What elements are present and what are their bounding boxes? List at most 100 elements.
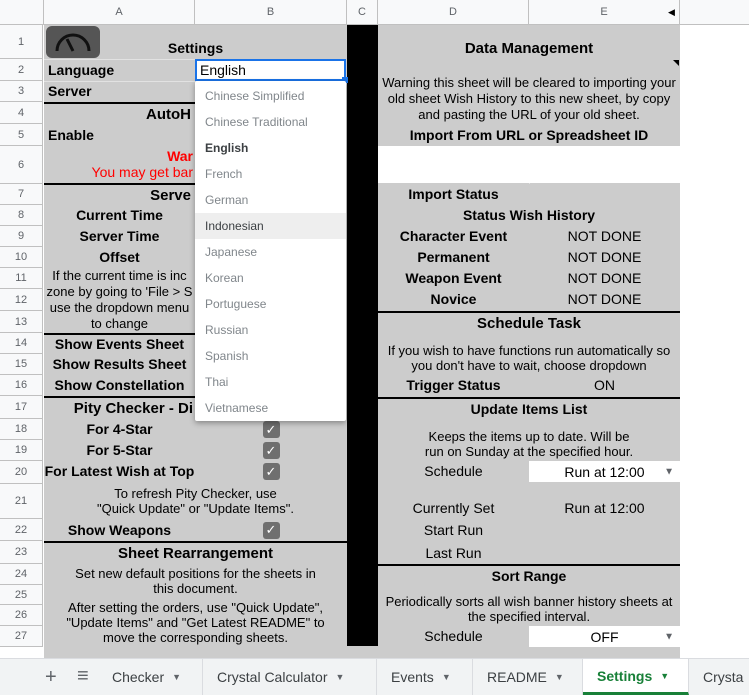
row-header[interactable]: 27 — [0, 626, 43, 647]
autohide-title: AutoH — [44, 102, 195, 124]
row-header[interactable]: 26 — [0, 605, 43, 626]
trigger-status-label: Trigger Status — [378, 375, 529, 396]
row-header[interactable]: 20 — [0, 461, 43, 484]
language-option[interactable]: Thai — [195, 369, 346, 395]
language-option[interactable]: French — [195, 161, 346, 187]
row-header[interactable]: 1 — [0, 25, 43, 59]
enable-label: Enable — [44, 124, 195, 146]
show-weapons-cell: ✓ — [195, 519, 347, 541]
tab-events[interactable]: Events ▼ — [377, 659, 473, 695]
add-sheet-button[interactable]: + — [45, 667, 57, 687]
sort-range-title: Sort Range — [378, 564, 680, 586]
schedule2-label: Schedule — [378, 626, 529, 647]
row-header[interactable]: 6 — [0, 146, 43, 184]
currently-set-value: Run at 12:00 — [529, 498, 680, 519]
language-option[interactable]: English — [195, 135, 346, 161]
row-header[interactable]: 5 — [0, 124, 43, 146]
schedule-dropdown[interactable]: Run at 12:00 ▼ — [529, 461, 680, 482]
language-option[interactable]: Vietnamese — [195, 395, 346, 421]
show-weapons-checkbox[interactable]: ✓ — [262, 521, 280, 539]
row-header[interactable]: 12 — [0, 289, 43, 311]
for-4star-checkbox[interactable]: ✓ — [262, 421, 280, 438]
row-header[interactable]: 14 — [0, 333, 43, 354]
row-header[interactable]: 3 — [0, 81, 43, 102]
update-note: Keeps the items up to date. Will be run … — [378, 427, 680, 461]
import-warning: Warning this sheet will be cleared to im… — [378, 73, 680, 124]
row-header[interactable]: 21 — [0, 484, 43, 519]
speedometer-icon — [46, 26, 100, 58]
rearrange-note-2: After setting the orders, use "Quick Upd… — [44, 598, 347, 646]
language-option[interactable]: Indonesian — [195, 213, 346, 239]
language-option[interactable]: Korean — [195, 265, 346, 291]
tab-label: Settings — [597, 667, 653, 684]
show-constellation-label: Show Constellation — [44, 375, 195, 396]
schedule-task-title: Schedule Task — [378, 311, 680, 333]
language-option[interactable]: Russian — [195, 317, 346, 343]
column-header-c[interactable]: C — [347, 0, 378, 25]
refresh-note: To refresh Pity Checker, use "Quick Upda… — [44, 484, 347, 518]
status-label: Permanent — [378, 247, 529, 268]
select-all-corner[interactable] — [0, 0, 44, 25]
latest-top-cell: ✓ — [195, 461, 347, 482]
comment-indicator[interactable] — [673, 60, 679, 66]
language-option[interactable]: German — [195, 187, 346, 213]
tab-label: Checker — [112, 669, 165, 685]
row-header[interactable]: 23 — [0, 541, 43, 564]
tab-crystal-calculator[interactable]: Crystal Calculator ▼ — [203, 659, 377, 695]
offset-label: Offset — [44, 247, 195, 268]
row-header[interactable]: 4 — [0, 102, 43, 124]
status-value: NOT DONE — [529, 289, 680, 310]
warning-line-2: You may get bar — [44, 164, 195, 181]
gridline — [529, 183, 530, 184]
pity-checker-title: Pity Checker - Di — [44, 396, 195, 419]
sheet-tab-bar: + ≡ Checker ▼ Crystal Calculator ▼ Events ▼… — [0, 658, 749, 695]
language-select[interactable]: English — [195, 59, 346, 81]
status-wish-history-title: Status Wish History — [378, 205, 680, 226]
tab-readme[interactable]: README ▼ — [473, 659, 583, 695]
row-header[interactable]: 22 — [0, 519, 43, 541]
schedule-label: Schedule — [378, 461, 529, 482]
row-header[interactable]: 18 — [0, 419, 43, 440]
language-option[interactable]: Chinese Traditional — [195, 109, 346, 135]
latest-top-checkbox[interactable]: ✓ — [262, 463, 280, 480]
currently-set-label: Currently Set — [378, 498, 529, 519]
scroll-left-icon[interactable]: ◀ — [668, 7, 675, 18]
language-option[interactable]: Spanish — [195, 343, 346, 369]
row-header[interactable]: 2 — [0, 59, 43, 81]
row-header[interactable]: 16 — [0, 375, 43, 396]
sort-schedule-dropdown[interactable]: OFF ▼ — [529, 626, 680, 647]
row-header[interactable]: 15 — [0, 354, 43, 375]
language-option[interactable]: Chinese Simplified — [195, 83, 346, 109]
for-5star-label: For 5-Star — [44, 440, 195, 461]
row-header[interactable]: 13 — [0, 311, 43, 333]
row-header[interactable]: 8 — [0, 205, 43, 226]
language-option[interactable]: Japanese — [195, 239, 346, 265]
all-sheets-button[interactable]: ≡ — [77, 666, 89, 686]
dropdown-arrow-icon: ▼ — [664, 466, 674, 477]
gridline — [44, 81, 195, 82]
column-header-a[interactable]: A — [44, 0, 195, 25]
row-header[interactable]: 7 — [0, 184, 43, 205]
trigger-status-value: ON — [529, 375, 680, 396]
row-header[interactable]: 11 — [0, 268, 43, 289]
tab-settings[interactable]: Settings ▼ — [583, 659, 689, 695]
column-header-e[interactable]: E — [529, 0, 680, 25]
row-header[interactable]: 25 — [0, 585, 43, 605]
row-header[interactable]: 9 — [0, 226, 43, 247]
status-value: NOT DONE — [529, 268, 680, 289]
column-header-d[interactable]: D — [378, 0, 529, 25]
tab-checker[interactable]: Checker ▼ — [98, 659, 203, 695]
tab-label: README — [487, 669, 547, 685]
row-header[interactable]: 19 — [0, 440, 43, 461]
status-label: Weapon Event — [378, 268, 529, 289]
language-option[interactable]: Portuguese — [195, 291, 346, 317]
row-header[interactable]: 10 — [0, 247, 43, 268]
import-url-input[interactable] — [378, 146, 680, 183]
for-5star-checkbox[interactable]: ✓ — [262, 442, 280, 459]
server-section-title: Serve — [44, 183, 195, 205]
row-header[interactable]: 17 — [0, 396, 43, 419]
row-header[interactable]: 24 — [0, 564, 43, 585]
tab-crystal[interactable]: Crysta — [689, 659, 749, 695]
column-header-b[interactable]: B — [195, 0, 347, 25]
latest-top-label: For Latest Wish at Top — [44, 461, 195, 482]
